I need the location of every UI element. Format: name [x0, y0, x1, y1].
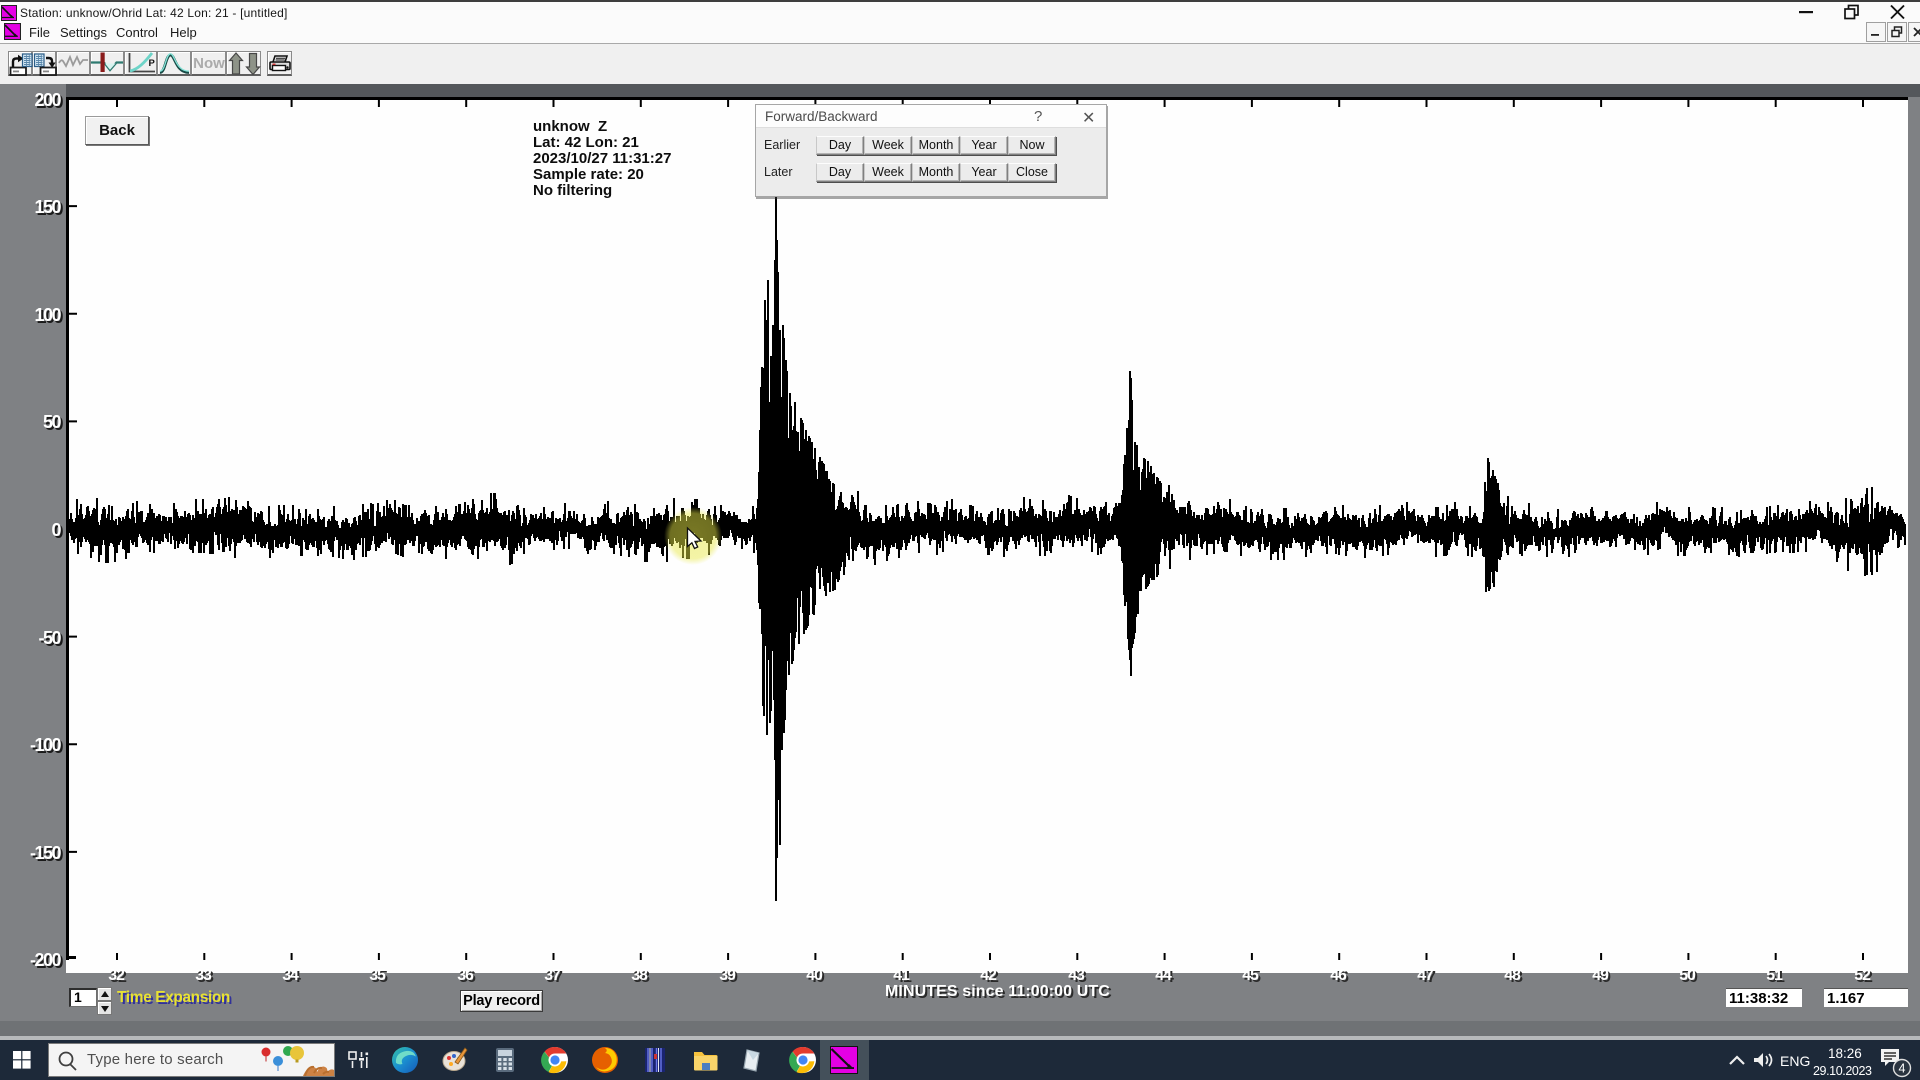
svg-text:P: P [149, 58, 156, 69]
svg-text:4: 4 [1899, 1062, 1906, 1076]
